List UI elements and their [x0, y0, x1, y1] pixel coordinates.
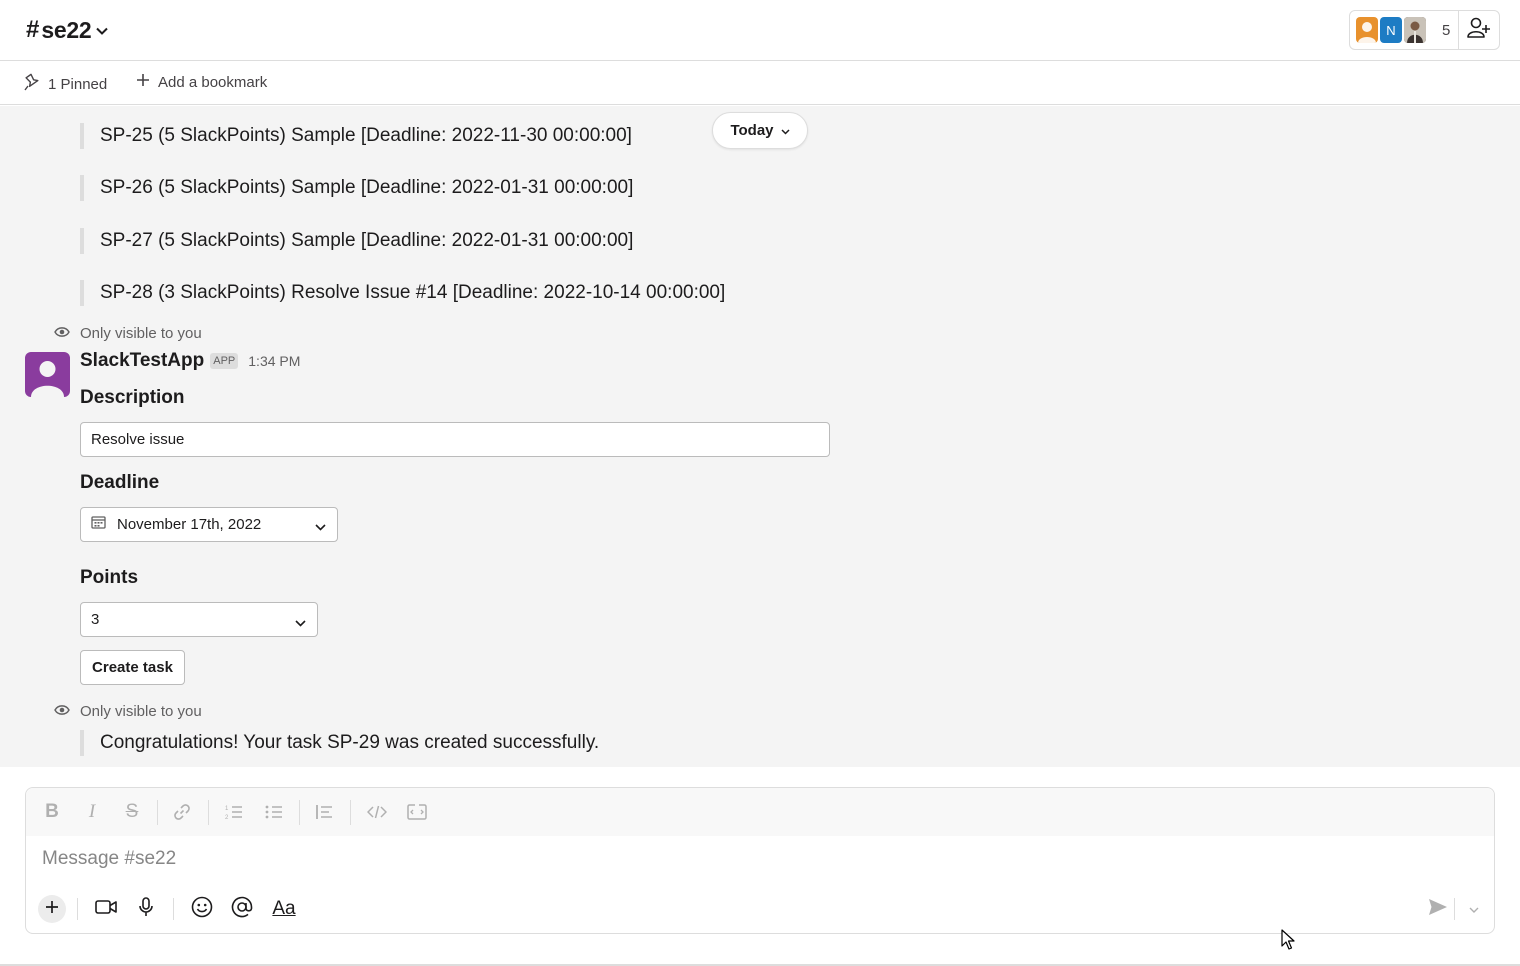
chevron-down-icon	[315, 518, 326, 536]
emoji-icon	[191, 896, 213, 923]
pin-icon	[24, 73, 48, 95]
text-format-icon[interactable]: Aa	[268, 895, 300, 923]
points-label: Points	[80, 567, 139, 588]
deadline-value: November 17th, 2022	[117, 516, 262, 533]
composer-actions: Aa	[26, 892, 1494, 926]
message-list[interactable]: SP-25 (5 SlackPoints) Sample [Deadline: …	[0, 106, 1520, 767]
description-label: Description	[80, 387, 185, 408]
visibility-note-text: Only visible to you	[80, 703, 202, 720]
svg-text:1: 1	[225, 806, 229, 812]
points-select[interactable]: 3	[80, 602, 318, 637]
deadline-date-picker[interactable]: November 17th, 2022	[80, 507, 338, 542]
points-value: 3	[91, 611, 100, 628]
deadline-label: Deadline	[80, 472, 160, 493]
formatting-toolbar: B I S 12	[26, 788, 1494, 836]
chevron-down-icon	[295, 614, 306, 631]
avatar[interactable]	[25, 352, 70, 397]
app-badge: APP	[210, 353, 239, 369]
create-task-button[interactable]: Create task	[80, 650, 185, 685]
strikethrough-icon[interactable]: S	[120, 801, 144, 823]
member-count: 5	[1442, 21, 1451, 39]
pinned-items-button[interactable]: 1 Pinned	[24, 73, 107, 95]
chevron-down-icon	[96, 22, 109, 40]
link-icon[interactable]	[170, 801, 194, 823]
date-divider-label: Today	[730, 122, 774, 139]
code-icon[interactable]	[365, 801, 389, 823]
message-header: SlackTestApp APP 1:34 PM	[80, 350, 300, 372]
video-icon	[95, 899, 117, 920]
plus-icon	[45, 900, 59, 919]
bold-icon[interactable]: B	[40, 801, 64, 823]
mouse-cursor-icon	[1281, 929, 1297, 956]
mention-icon	[231, 896, 253, 923]
toolbar-divider	[157, 800, 158, 825]
microphone-icon	[138, 896, 154, 922]
channel-name-button[interactable]: # se22	[26, 14, 109, 46]
task-line: SP-27 (5 SlackPoints) Sample [Deadline: …	[80, 228, 633, 254]
eye-icon	[54, 703, 80, 720]
emoji-button[interactable]	[188, 895, 216, 923]
chevron-down-icon	[1469, 900, 1479, 918]
visibility-note: Only visible to you	[54, 703, 202, 720]
pinned-label: 1 Pinned	[48, 75, 108, 93]
member-avatar: N	[1380, 17, 1402, 43]
message-timestamp[interactable]: 1:34 PM	[248, 353, 300, 369]
code-block-icon[interactable]	[405, 801, 429, 823]
mention-button[interactable]	[228, 895, 256, 923]
plus-icon	[136, 73, 158, 91]
add-member-button[interactable]	[1458, 10, 1500, 50]
add-bookmark-button[interactable]: Add a bookmark	[136, 73, 267, 91]
toolbar-divider	[208, 800, 209, 825]
message-input[interactable]: Message #se22	[42, 848, 176, 870]
channel-title: se22	[41, 16, 92, 43]
message-composer: B I S 12 Message #se22 Aa	[25, 787, 1495, 934]
toolbar-divider	[299, 800, 300, 825]
send-icon	[1428, 898, 1448, 921]
member-avatar	[1404, 17, 1426, 43]
date-divider-button[interactable]: Today	[712, 112, 808, 149]
confirmation-message: Congratulations! Your task SP-29 was cre…	[80, 730, 599, 756]
toolbar-divider	[173, 898, 174, 920]
bookmark-bar: 1 Pinned Add a bookmark	[0, 61, 1520, 105]
bulleted-list-icon[interactable]	[262, 801, 286, 823]
eye-icon	[54, 325, 80, 342]
task-line: SP-25 (5 SlackPoints) Sample [Deadline: …	[80, 123, 632, 149]
audio-clip-button[interactable]	[132, 895, 160, 923]
toolbar-divider	[77, 898, 78, 920]
visibility-note-text: Only visible to you	[80, 325, 202, 342]
ordered-list-icon[interactable]: 12	[222, 801, 246, 823]
calendar-icon	[91, 515, 106, 534]
toolbar-divider	[350, 800, 351, 825]
send-button[interactable]	[1426, 896, 1450, 922]
visibility-note: Only visible to you	[54, 325, 202, 342]
description-field[interactable]	[80, 422, 830, 457]
sender-name[interactable]: SlackTestApp	[80, 350, 204, 372]
svg-text:2: 2	[225, 815, 229, 820]
hash-icon: #	[26, 16, 40, 43]
italic-icon[interactable]: I	[80, 801, 104, 823]
blockquote-icon[interactable]	[312, 801, 336, 823]
channel-header: # se22 N 5	[0, 0, 1520, 61]
attach-button[interactable]	[38, 895, 66, 923]
add-user-icon	[1467, 17, 1491, 44]
video-clip-button[interactable]	[92, 895, 120, 923]
send-options-button[interactable]	[1464, 896, 1484, 922]
members-button[interactable]: N 5	[1349, 10, 1459, 50]
chevron-down-icon	[774, 122, 790, 139]
member-avatar	[1356, 17, 1378, 43]
add-bookmark-label: Add a bookmark	[158, 73, 268, 91]
task-line: SP-28 (3 SlackPoints) Resolve Issue #14 …	[80, 280, 725, 306]
task-line: SP-26 (5 SlackPoints) Sample [Deadline: …	[80, 175, 633, 201]
toolbar-divider	[1454, 898, 1455, 920]
